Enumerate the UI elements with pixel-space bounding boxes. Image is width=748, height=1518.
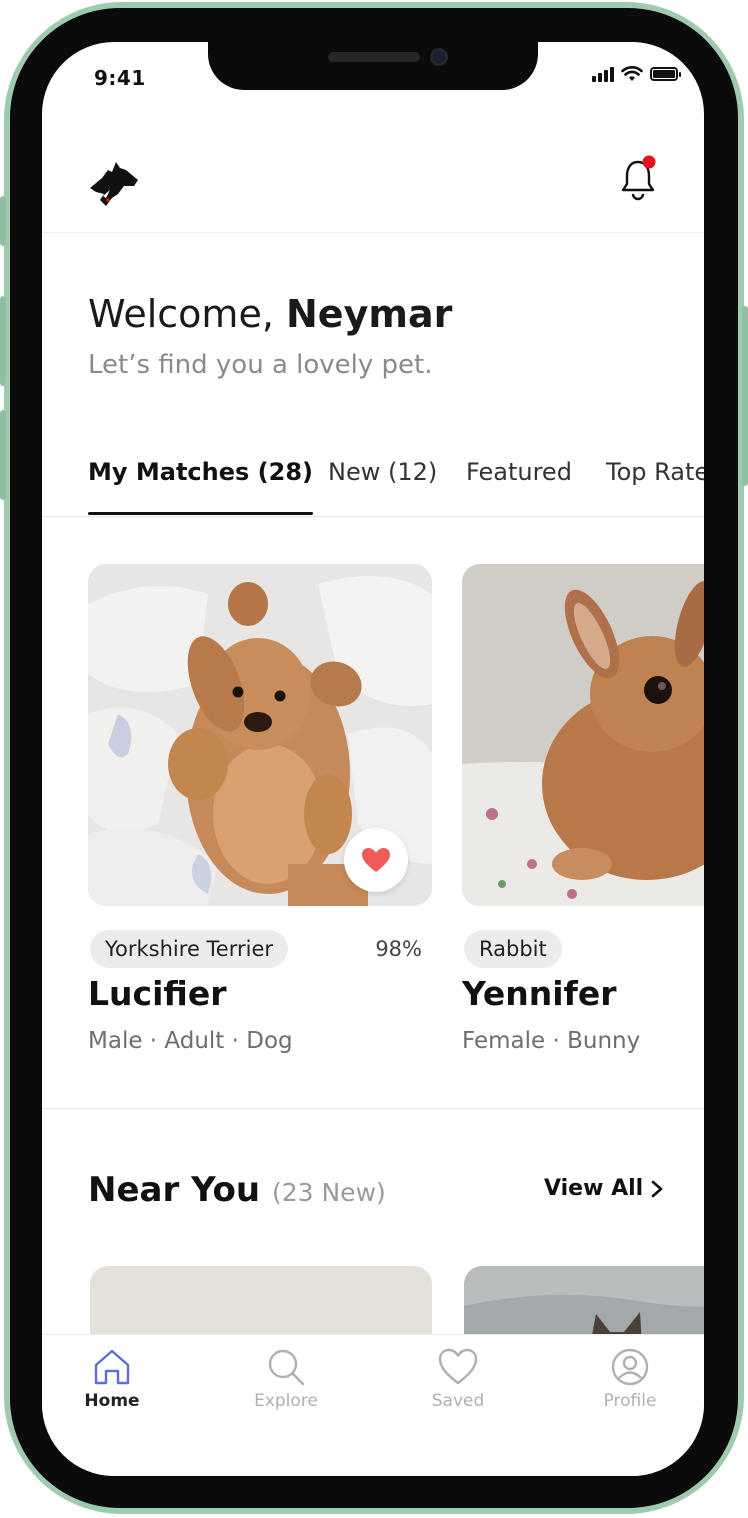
pet-photo[interactable]	[462, 564, 704, 906]
home-icon	[94, 1349, 130, 1385]
bottom-navigation: Home Explore Saved Profile	[42, 1334, 704, 1476]
tab-featured[interactable]: Featured	[466, 452, 572, 514]
app-screen: 9:41 Welcome, Neymar Let’s find you a lo…	[42, 42, 704, 1476]
near-you-title: Near You	[88, 1170, 261, 1210]
side-button	[0, 196, 6, 246]
pet-name: Lucifier	[88, 974, 227, 1013]
match-tabs: My Matches (28) New (12) Featured Top Ra…	[42, 452, 704, 517]
notch	[208, 42, 538, 90]
match-percentage: 98%	[375, 937, 422, 961]
side-button	[742, 306, 748, 486]
bell-icon[interactable]	[618, 154, 662, 202]
nav-profile[interactable]: Profile	[570, 1347, 690, 1411]
near-you-heading: Near You (23 New)	[88, 1170, 386, 1210]
pet-details: Male · Adult · Dog	[88, 1028, 293, 1054]
tab-new[interactable]: New (12)	[328, 452, 437, 514]
tab-top-rated[interactable]: Top Rated	[606, 452, 704, 514]
view-all-label: View All	[544, 1176, 644, 1201]
speaker	[328, 52, 420, 62]
tab-my-matches[interactable]: My Matches (28)	[88, 452, 313, 515]
nav-home-label: Home	[84, 1391, 140, 1411]
pet-card[interactable]: Rabbit Yennifer Female · Bunny	[462, 564, 704, 1054]
like-button[interactable]	[344, 828, 408, 892]
dog-logo-icon[interactable]	[86, 154, 142, 210]
pet-photo[interactable]	[88, 564, 432, 906]
chevron-right-icon	[651, 1180, 663, 1197]
view-all-link[interactable]: View All	[544, 1176, 663, 1201]
profile-icon	[611, 1348, 649, 1386]
heart-filled-icon	[362, 848, 390, 872]
signal-icon	[592, 66, 614, 82]
pet-details: Female · Bunny	[462, 1028, 641, 1054]
welcome-heading: Welcome, Neymar	[88, 292, 452, 336]
pet-name: Yennifer	[462, 974, 617, 1013]
nav-profile-label: Profile	[603, 1391, 657, 1411]
nav-saved[interactable]: Saved	[398, 1347, 518, 1411]
welcome-subtitle: Let’s find you a lovely pet.	[88, 350, 433, 380]
heart-icon	[438, 1348, 478, 1385]
nav-explore[interactable]: Explore	[226, 1347, 346, 1411]
side-button	[0, 410, 6, 500]
section-divider	[42, 1108, 704, 1109]
side-button	[0, 296, 6, 386]
greeting-text: Welcome,	[88, 292, 274, 336]
wifi-icon	[621, 66, 643, 81]
rabbit-photo	[462, 564, 704, 906]
status-icons	[592, 66, 681, 82]
front-camera	[430, 48, 448, 66]
battery-icon	[650, 67, 681, 81]
pet-card[interactable]: Yorkshire Terrier 98% Lucifier Male · Ad…	[88, 564, 432, 1054]
breed-badge: Yorkshire Terrier	[90, 930, 288, 968]
user-name: Neymar	[286, 292, 453, 336]
nav-home[interactable]: Home	[52, 1347, 172, 1411]
nav-saved-label: Saved	[431, 1391, 485, 1411]
app-header	[42, 132, 704, 233]
search-icon	[268, 1349, 305, 1386]
notification-dot	[642, 155, 656, 169]
status-time: 9:41	[94, 66, 146, 90]
breed-badge: Rabbit	[464, 930, 562, 968]
nav-explore-label: Explore	[254, 1391, 318, 1411]
near-you-count: (23 New)	[271, 1178, 386, 1207]
